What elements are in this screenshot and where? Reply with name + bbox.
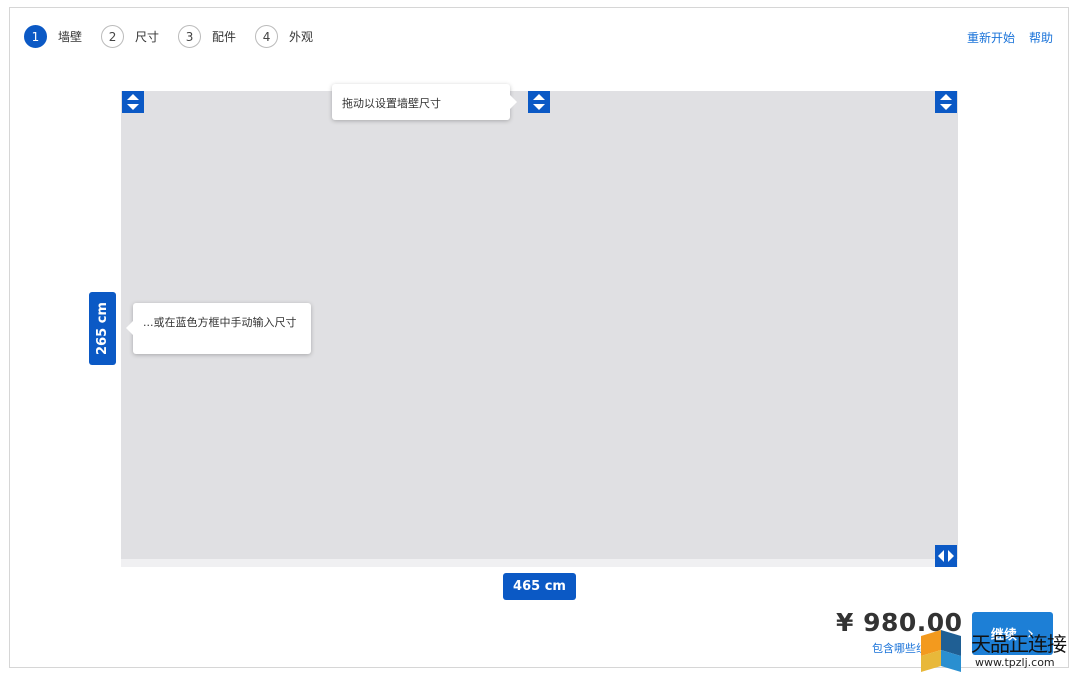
height-value: 265 cm	[95, 302, 111, 355]
width-value: 465 cm	[513, 579, 566, 594]
width-handle[interactable]	[935, 545, 957, 567]
step-label: 墙壁	[58, 30, 83, 44]
arrow-left-right-icon	[938, 550, 954, 562]
help-link[interactable]: 帮助	[1029, 29, 1053, 46]
height-input[interactable]: 265 cm	[89, 292, 116, 365]
step-wall[interactable]: 1 墙壁	[24, 25, 82, 48]
watermark: 天品正连接 www.tpzlj.com	[917, 628, 1072, 674]
watermark-text: 天品正连接	[971, 632, 1067, 656]
step-number: 2	[101, 25, 125, 48]
step-accessories[interactable]: 3 配件	[178, 25, 236, 48]
step-label: 尺寸	[135, 30, 160, 44]
step-label: 外观	[289, 30, 314, 44]
step-number: 4	[255, 25, 279, 48]
height-handle-left[interactable]	[122, 91, 144, 113]
step-number: 3	[178, 25, 202, 48]
arrow-up-down-icon	[940, 94, 952, 110]
wall-floor-strip	[121, 559, 958, 567]
watermark-url: www.tpzlj.com	[975, 656, 1055, 669]
input-hint-tooltip: ...或在蓝色方框中手动输入尺寸	[126, 303, 311, 354]
width-input[interactable]: 465 cm	[503, 573, 576, 600]
step-label: 配件	[212, 30, 237, 44]
arrow-up-down-icon	[533, 94, 545, 110]
height-handle-center[interactable]	[528, 91, 550, 113]
height-handle-right[interactable]	[935, 91, 957, 113]
step-appearance[interactable]: 4 外观	[255, 25, 313, 48]
arrow-up-down-icon	[127, 94, 139, 110]
drag-hint-tooltip: 拖动以设置墙壁尺寸	[332, 84, 517, 120]
step-navigation: 1 墙壁 2 尺寸 3 配件 4 外观	[24, 24, 332, 49]
top-links: 重新开始 帮助	[953, 29, 1053, 46]
restart-link[interactable]: 重新开始	[967, 29, 1015, 46]
step-number: 1	[24, 25, 47, 48]
step-size[interactable]: 2 尺寸	[101, 25, 159, 48]
cube-logo-icon	[921, 630, 961, 672]
